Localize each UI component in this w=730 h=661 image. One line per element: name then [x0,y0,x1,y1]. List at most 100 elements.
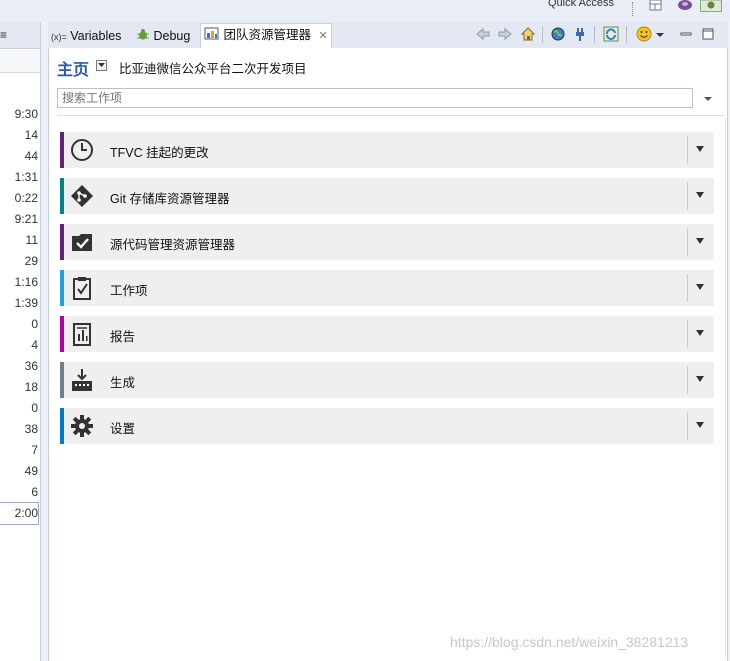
tab-team-explorer-label: 团队资源管理器 [223,28,311,42]
section-4[interactable]: 工作项 [60,270,714,306]
expand-arrow-icon[interactable] [692,189,708,203]
list-item[interactable]: 29 [0,251,38,272]
list-item[interactable]: 0 [0,398,38,419]
tab-debug-label: Debug [153,29,191,43]
section-3[interactable]: 源代码管理资源管理器 [60,224,714,260]
expand-arrow-icon[interactable] [692,143,708,157]
section-6[interactable]: 生成 [60,362,714,398]
section-color-bar [60,132,64,168]
section-1[interactable]: TFVC 挂起的更改 [60,132,714,168]
chevron-down-icon[interactable] [655,26,665,42]
list-item[interactable]: 9:30 [0,104,38,125]
toolbar-separator [594,26,595,43]
list-item[interactable]: 6 [0,482,38,503]
expand-arrow-icon[interactable] [692,327,708,341]
expand-arrow-icon[interactable] [692,419,708,433]
list-item[interactable]: 1:31 [0,167,38,188]
list-item[interactable]: 14 [0,125,38,146]
expand-arrow-icon[interactable] [692,281,708,295]
search-input[interactable] [57,88,693,108]
list-item[interactable]: 4 [0,335,38,356]
quick-access-label[interactable]: Quick Access [548,0,614,9]
section-label: 设置 [110,422,136,436]
divider [687,228,688,256]
builds-icon [69,367,95,393]
tab-team-explorer[interactable]: 团队资源管理器 ✕ [200,23,332,49]
divider [687,136,688,164]
section-color-bar [60,408,64,444]
list-item[interactable]: 9:21 [0,209,38,230]
work-items-icon [69,275,95,301]
view-tabbar: (x)= Variables Debug 团队资源管理器 ✕ [48,22,728,49]
section-label: 工作项 [110,284,148,298]
search-dropdown-button[interactable] [699,88,717,108]
list-item[interactable]: 11 [0,230,38,251]
expand-arrow-icon[interactable] [692,373,708,387]
source-control-icon [69,229,95,255]
variables-icon: (x)= [51,32,67,42]
list-item[interactable]: 0 [0,314,38,335]
section-7[interactable]: 设置 [60,408,714,444]
divider [57,115,725,116]
list-item[interactable]: 2:00 [0,502,39,525]
quick-access-separator [632,2,635,16]
divider [687,182,688,210]
minimize-icon[interactable] [678,26,694,42]
debug-perspective-icon[interactable] [700,0,722,12]
left-panel-header [0,50,40,73]
team-explorer-view: 主页 比亚迪微信公众平台二次开发项目 TFVC 挂起的更改 Git 存储库资源管理… [48,48,728,661]
feedback-icon[interactable] [636,26,652,42]
section-label: Git 存储库资源管理器 [110,192,230,206]
section-label: 报告 [110,330,136,344]
divider [687,320,688,348]
back-icon[interactable] [475,26,491,42]
list-item[interactable]: 44 [0,146,38,167]
java-perspective-icon[interactable] [677,0,693,12]
section-2[interactable]: Git 存储库资源管理器 [60,178,714,214]
list-item[interactable]: 49 [0,461,38,482]
tab-debug[interactable]: Debug [136,25,200,47]
section-5[interactable]: 报告 [60,316,714,352]
toolbar-separator [542,26,543,43]
maximize-icon[interactable] [700,26,716,42]
git-icon [69,183,95,209]
list-item[interactable]: 36 [0,356,38,377]
section-color-bar [60,270,64,306]
section-label: TFVC 挂起的更改 [110,146,209,160]
section-color-bar [60,178,64,214]
list-item[interactable]: 18 [0,377,38,398]
section-label: 源代码管理资源管理器 [110,238,236,252]
list-item[interactable]: 0:22 [0,188,38,209]
divider [687,366,688,394]
tab-variables[interactable]: (x)= Variables [51,25,131,47]
home-icon[interactable] [520,26,536,42]
connect-icon[interactable] [572,26,588,42]
close-icon[interactable]: ✕ [318,30,327,42]
tab-variables-label: Variables [70,29,122,43]
page-title[interactable]: 主页 [57,56,89,80]
section-color-bar [60,224,64,260]
project-name[interactable]: 比亚迪微信公众平台二次开发项目 [119,58,307,77]
expand-arrow-icon[interactable] [692,235,708,249]
chevron-down-icon[interactable] [96,60,107,71]
section-color-bar [60,362,64,398]
clock-icon [69,137,95,163]
list-item[interactable]: 1:16 [0,272,38,293]
globe-icon[interactable] [550,26,566,42]
panel-gutter [41,22,48,661]
divider [687,412,688,440]
open-perspective-icon[interactable] [648,0,664,12]
section-label: 生成 [110,376,136,390]
list-item[interactable]: 38 [0,419,38,440]
watermark: https://blog.csdn.net/weixin_38281213 [450,634,689,650]
refresh-icon[interactable] [603,26,619,42]
list-item[interactable]: 7 [0,440,38,461]
left-panel-tabstrip: ≡ [0,22,40,49]
forward-icon[interactable] [497,26,513,42]
list-item[interactable]: 1:39 [0,293,38,314]
left-panel-tab[interactable]: ≡ [0,28,7,42]
section-color-bar [60,316,64,352]
left-panel: ≡ 9:30 14 44 1:31 0:22 9:21 11 29 1:16 1:39 0 4 36 18… [0,22,41,661]
toolbar-separator [626,26,627,43]
debug-icon [137,29,149,40]
